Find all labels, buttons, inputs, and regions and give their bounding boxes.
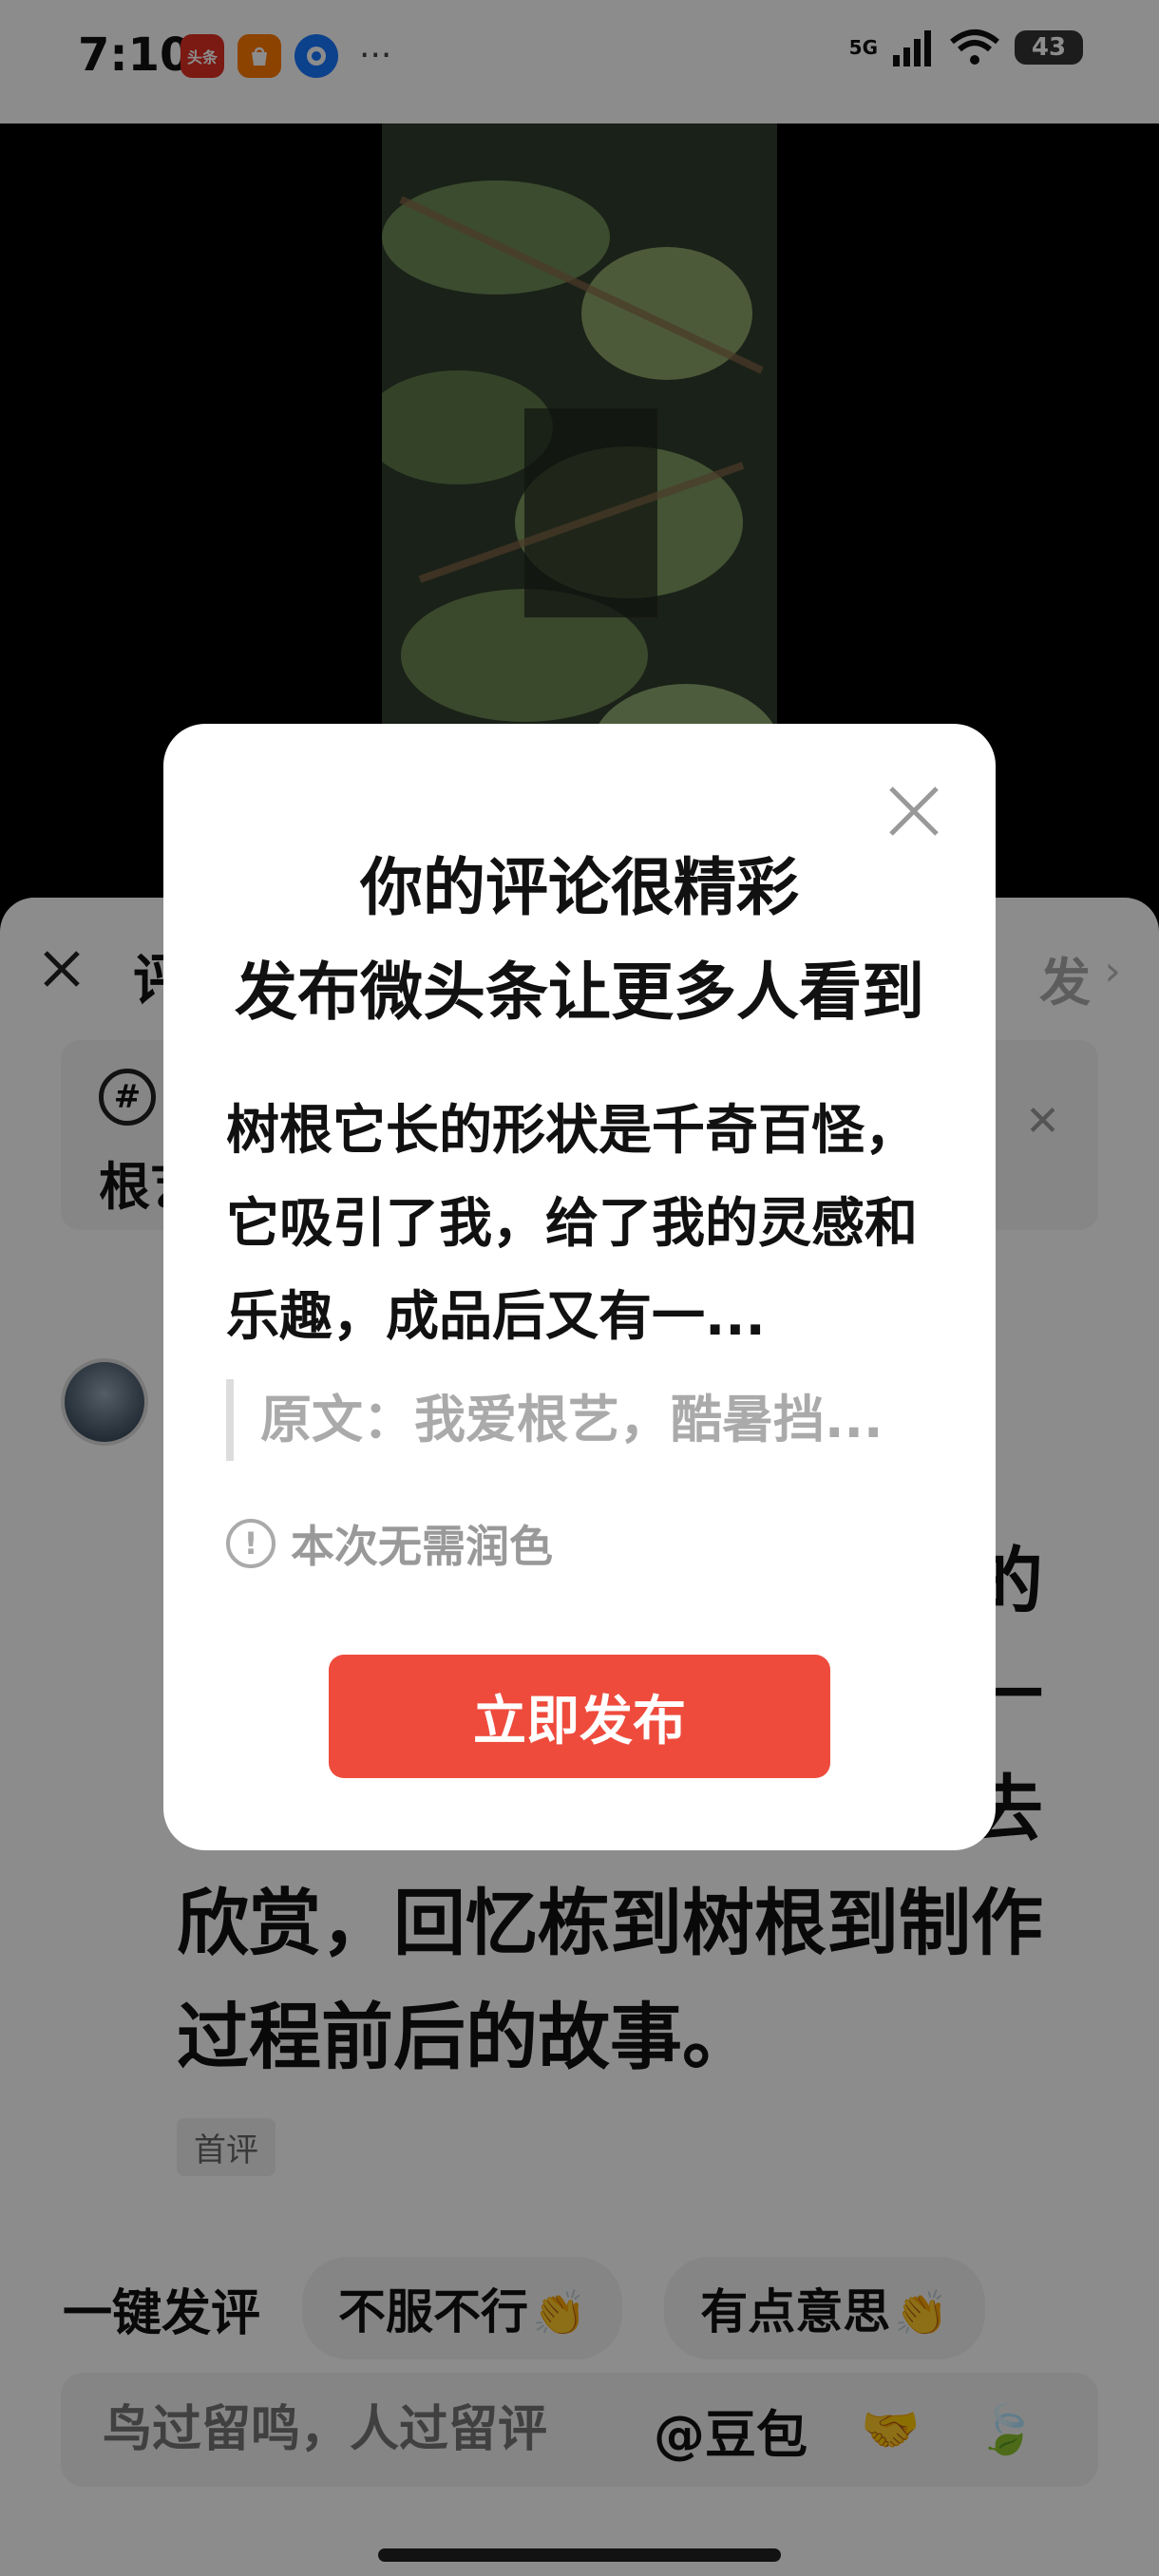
dialog-title-line2: 发布微头条让更多人看到 <box>235 956 924 1029</box>
dialog-comment-preview: 树根它长的形状是千奇百怪，它吸引了我，给了我的灵感和乐趣，成品后又有一... <box>226 1100 918 1348</box>
publish-now-button[interactable]: 立即发布 <box>329 1655 830 1778</box>
info-icon: ! <box>226 1519 276 1568</box>
close-icon[interactable] <box>882 779 946 843</box>
dialog-title: 你的评论很精彩 发布微头条让更多人看到 <box>163 836 996 1045</box>
dialog-note: ! 本次无需润色 <box>226 1512 553 1575</box>
dialog-title-line1: 你的评论很精彩 <box>360 851 799 924</box>
publish-dialog: 你的评论很精彩 发布微头条让更多人看到 树根它长的形状是千奇百怪，它吸引了我，给… <box>163 724 996 1850</box>
dialog-note-text: 本次无需润色 <box>291 1521 553 1572</box>
dialog-original-quote: 原文：我爱根艺，酷暑挡... <box>226 1379 948 1461</box>
